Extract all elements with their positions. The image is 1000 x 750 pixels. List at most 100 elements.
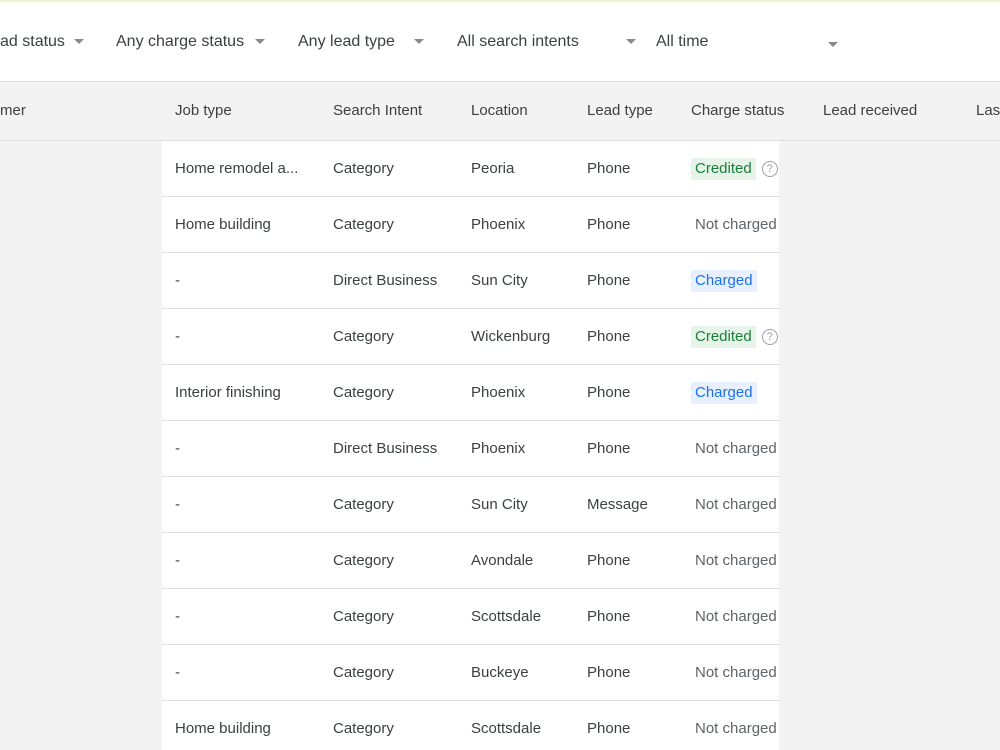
location-cell: Sun City bbox=[471, 496, 528, 513]
table-row[interactable]: - Category Avondale Phone Not charged bbox=[162, 533, 779, 589]
lead-type-cell: Phone bbox=[587, 160, 631, 177]
charge-status-cell: Not charged bbox=[691, 197, 779, 252]
charge-status-cell: Not charged bbox=[691, 533, 779, 588]
job-type-cell: - bbox=[175, 608, 180, 625]
charge-status-filter[interactable]: Any charge status bbox=[116, 2, 244, 81]
table-row[interactable]: Interior finishing Category Phoenix Phon… bbox=[162, 365, 779, 421]
chevron-down-icon[interactable] bbox=[255, 39, 265, 44]
lead-status-filter[interactable]: ad status bbox=[0, 2, 65, 81]
job-type-cell: - bbox=[175, 496, 180, 513]
lead-type-cell: Phone bbox=[587, 608, 631, 625]
search-intent-cell: Category bbox=[333, 384, 394, 401]
status-badge: Credited bbox=[691, 326, 756, 349]
chevron-down-icon[interactable] bbox=[828, 42, 838, 47]
location-cell: Phoenix bbox=[471, 440, 526, 457]
charge-status-cell: Not charged bbox=[691, 645, 779, 700]
help-icon[interactable]: ? bbox=[761, 329, 778, 346]
help-icon[interactable]: ? bbox=[761, 161, 778, 178]
lead-type-cell: Phone bbox=[587, 328, 631, 345]
leads-table-body: Home remodel a... Category Peoria Phone … bbox=[162, 141, 779, 750]
table-row[interactable]: - Category Sun City Message Not charged bbox=[162, 477, 779, 533]
charge-status-cell: Credited? bbox=[691, 309, 779, 364]
column-header-lead-type[interactable]: Lead type bbox=[587, 82, 653, 140]
job-type-cell: - bbox=[175, 552, 180, 569]
location-cell: Buckeye bbox=[471, 664, 529, 681]
lead-type-cell: Phone bbox=[587, 664, 631, 681]
status-badge: Credited bbox=[691, 158, 756, 181]
status-badge: Not charged bbox=[695, 496, 777, 514]
column-header-search-intent[interactable]: Search Intent bbox=[333, 82, 422, 140]
charge-status-cell: Charged bbox=[691, 253, 779, 308]
lead-type-cell: Phone bbox=[587, 216, 631, 233]
date-range-filter[interactable]: All time bbox=[656, 2, 708, 81]
job-type-cell: Home remodel a... bbox=[175, 160, 299, 177]
table-row[interactable]: Home building Category Phoenix Phone Not… bbox=[162, 197, 779, 253]
lead-status-filter-label: ad status bbox=[0, 32, 65, 50]
lead-type-cell: Message bbox=[587, 496, 648, 513]
status-badge: Not charged bbox=[695, 608, 777, 626]
status-badge: Not charged bbox=[695, 720, 777, 738]
table-header: mer Job type Search Intent Location Lead… bbox=[0, 82, 1000, 141]
search-intent-cell: Category bbox=[333, 216, 394, 233]
search-intent-cell: Category bbox=[333, 720, 394, 737]
column-header-last[interactable]: Las bbox=[976, 82, 1000, 140]
location-cell: Wickenburg bbox=[471, 328, 551, 345]
location-cell: Phoenix bbox=[471, 216, 526, 233]
lead-type-cell: Phone bbox=[587, 272, 631, 289]
status-badge: Not charged bbox=[695, 216, 777, 234]
location-cell: Avondale bbox=[471, 552, 534, 569]
job-type-cell: Home building bbox=[175, 216, 271, 233]
search-intent-cell: Category bbox=[333, 496, 394, 513]
job-type-cell: - bbox=[175, 664, 180, 681]
location-cell: Scottsdale bbox=[471, 720, 542, 737]
charge-status-filter-label: Any charge status bbox=[116, 32, 245, 50]
job-type-cell: Home building bbox=[175, 720, 271, 737]
charge-status-cell: Not charged bbox=[691, 589, 779, 644]
location-cell: Scottsdale bbox=[471, 608, 542, 625]
table-row[interactable]: - Direct Business Phoenix Phone Not char… bbox=[162, 421, 779, 477]
search-intent-filter-label: All search intents bbox=[457, 32, 579, 50]
status-badge: Not charged bbox=[695, 440, 777, 458]
search-intent-cell: Category bbox=[333, 664, 394, 681]
job-type-cell: Interior finishing bbox=[175, 384, 281, 401]
search-intent-filter[interactable]: All search intents bbox=[457, 2, 579, 81]
search-intent-cell: Category bbox=[333, 328, 394, 345]
table-row[interactable]: Home remodel a... Category Peoria Phone … bbox=[162, 141, 779, 197]
lead-type-filter-label: Any lead type bbox=[298, 32, 395, 50]
status-badge: Charged bbox=[691, 382, 757, 405]
chevron-down-icon[interactable] bbox=[74, 39, 84, 44]
job-type-cell: - bbox=[175, 440, 180, 457]
date-range-filter-label: All time bbox=[656, 32, 709, 50]
lead-type-cell: Phone bbox=[587, 440, 631, 457]
table-row[interactable]: Home building Category Scottsdale Phone … bbox=[162, 701, 779, 750]
column-header-lead-received[interactable]: Lead received bbox=[823, 82, 917, 140]
status-badge: Not charged bbox=[695, 664, 777, 682]
charge-status-cell: Not charged bbox=[691, 421, 779, 476]
column-header-customer[interactable]: mer bbox=[0, 82, 26, 140]
table-row[interactable]: - Category Scottsdale Phone Not charged bbox=[162, 589, 779, 645]
table-row[interactable]: - Direct Business Sun City Phone Charged bbox=[162, 253, 779, 309]
column-header-charge-status[interactable]: Charge status bbox=[691, 82, 784, 140]
lead-type-filter[interactable]: Any lead type bbox=[298, 2, 395, 81]
search-intent-cell: Category bbox=[333, 608, 394, 625]
status-badge: Not charged bbox=[695, 552, 777, 570]
chevron-down-icon[interactable] bbox=[626, 39, 636, 44]
job-type-cell: - bbox=[175, 272, 180, 289]
filter-bar: ad status Any charge status Any lead typ… bbox=[0, 2, 1000, 82]
table-row[interactable]: - Category Buckeye Phone Not charged bbox=[162, 645, 779, 701]
status-badge: Charged bbox=[691, 270, 757, 293]
lead-type-cell: Phone bbox=[587, 552, 631, 569]
search-intent-cell: Direct Business bbox=[333, 272, 438, 289]
location-cell: Sun City bbox=[471, 272, 528, 289]
table-row[interactable]: - Category Wickenburg Phone Credited? bbox=[162, 309, 779, 365]
column-header-location[interactable]: Location bbox=[471, 82, 528, 140]
chevron-down-icon[interactable] bbox=[414, 39, 424, 44]
charge-status-cell: Credited? bbox=[691, 141, 779, 196]
column-header-job-type[interactable]: Job type bbox=[175, 82, 232, 140]
search-intent-cell: Category bbox=[333, 160, 394, 177]
location-cell: Phoenix bbox=[471, 384, 526, 401]
search-intent-cell: Category bbox=[333, 552, 394, 569]
job-type-cell: - bbox=[175, 328, 180, 345]
search-intent-cell: Direct Business bbox=[333, 440, 438, 457]
lead-type-cell: Phone bbox=[587, 384, 631, 401]
